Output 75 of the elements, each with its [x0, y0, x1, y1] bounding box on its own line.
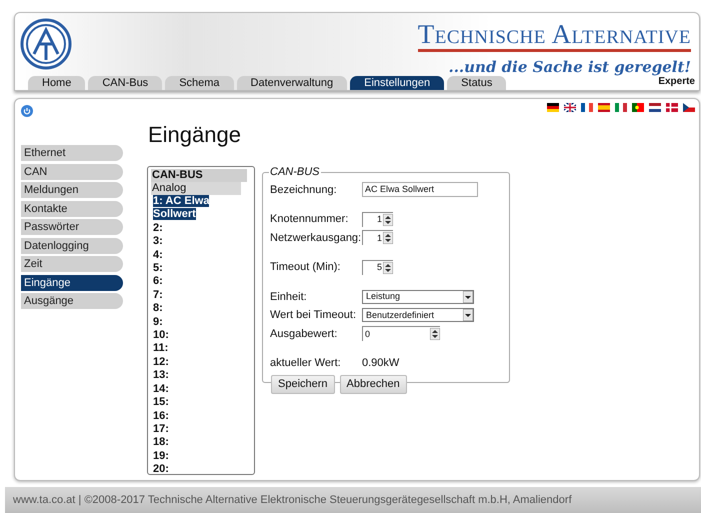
list-item[interactable]: 12:	[151, 356, 251, 370]
list-item[interactable]: 5:	[151, 262, 251, 276]
nav-tab[interactable]: Einstellungen	[350, 76, 444, 90]
nav-tab[interactable]: Schema	[165, 76, 234, 90]
spinner-arrows-icon[interactable]	[383, 262, 393, 274]
field-label: Bezeichnung:	[270, 182, 338, 198]
list-item[interactable]: 4:	[151, 248, 251, 262]
nav-tab[interactable]: Status	[447, 76, 506, 90]
list-item[interactable]: 2:	[151, 222, 251, 236]
field-label: Ausgabewert:	[270, 326, 338, 342]
field-label: Knotennummer:	[270, 212, 350, 227]
list-header: CAN-BUS	[151, 169, 247, 182]
dropdown-arrow-icon	[463, 290, 473, 303]
list-item[interactable]: 19:	[151, 450, 251, 464]
list-item[interactable]: 18:	[151, 436, 251, 450]
list-item[interactable]: 10:	[151, 329, 251, 342]
group-legend: CAN-BUS	[269, 164, 321, 180]
list-item[interactable]: 9:	[151, 316, 251, 330]
flag-icon[interactable]	[564, 103, 576, 112]
flag-icon[interactable]	[649, 103, 661, 112]
field-label: Netzwerkausgang:	[270, 230, 362, 246]
flag-icon[interactable]	[683, 103, 695, 112]
slogan: ...und die Sache ist geregelt!	[448, 57, 691, 77]
flag-icon[interactable]	[581, 103, 593, 112]
list-item[interactable]: 8:	[151, 302, 251, 316]
brand-title: Technische Alternative	[418, 19, 691, 52]
spinner-arrows-icon[interactable]	[383, 232, 393, 244]
nav-tab[interactable]: Datenverwaltung	[236, 76, 348, 90]
list-item[interactable]: 3:	[151, 235, 251, 249]
spinner-arrows-icon[interactable]	[430, 328, 440, 340]
field-label: Wert bei Timeout:	[270, 308, 357, 323]
dropdown[interactable]: Benutzerdefiniert	[362, 308, 474, 322]
user-level: Experte	[658, 76, 695, 89]
page-title: Eingänge	[148, 121, 241, 149]
power-icon	[21, 105, 33, 117]
list-item[interactable]: 7:	[151, 288, 251, 302]
field-label: Timeout (Min):	[270, 260, 342, 275]
nav-tab[interactable]: CAN-Bus	[88, 76, 162, 90]
sidebar-item[interactable]: Eingänge	[21, 274, 123, 290]
spin-field[interactable]: 0	[362, 326, 440, 342]
dropdown[interactable]: Leistung	[362, 290, 474, 304]
field-label: Einheit:	[270, 290, 308, 304]
field-label: aktueller Wert:	[270, 356, 342, 371]
nav-tab[interactable]: Home	[28, 76, 86, 90]
current-value: 0.90kW	[362, 356, 400, 371]
logo-icon	[20, 18, 72, 70]
sidebar-item[interactable]: Ethernet	[21, 145, 123, 161]
sidebar-item[interactable]: Kontakte	[21, 200, 123, 216]
footer-text: www.ta.co.at | ©2008-2017 Technische Alternative Elektronische Steuerungsgerätegesellschaft m.b.H, Amaliendorf	[13, 492, 572, 508]
flag-icon[interactable]	[547, 103, 559, 112]
spin-field[interactable]: 5	[362, 260, 393, 275]
list-item[interactable]: 11:	[151, 342, 251, 356]
list-item[interactable]: 15:	[151, 396, 251, 410]
sidebar-item[interactable]: Passwörter	[21, 219, 123, 235]
sidebar-item[interactable]: CAN	[21, 164, 123, 180]
list-item[interactable]: 13:	[151, 369, 251, 383]
form-button[interactable]: Abbrechen	[340, 375, 407, 394]
input-list[interactable]: CAN-BUS Analog 1: AC Elwa Sollwert 2: 3: 4: 5: 6: 7: 8: 9: 10: 11: 12: 13: 14: 15: 16: 17: 18: 19: 20:	[147, 166, 255, 475]
list-item[interactable]: 20:	[151, 463, 251, 474]
sidebar-item[interactable]: Meldungen	[21, 182, 123, 198]
text-field[interactable]: AC Elwa Sollwert	[362, 182, 478, 198]
list-item[interactable]: 6:	[151, 275, 251, 289]
list-category[interactable]: Analog	[151, 182, 241, 195]
list-item[interactable]: 14:	[151, 382, 251, 396]
sidebar-item[interactable]: Datenlogging	[21, 238, 123, 254]
spin-field[interactable]: 1	[362, 230, 393, 246]
flag-icon[interactable]	[632, 103, 644, 112]
list-item[interactable]: 17:	[151, 422, 251, 436]
spin-field[interactable]: 1	[362, 212, 393, 227]
form-button[interactable]: Speichern	[271, 375, 335, 394]
sidebar-item[interactable]: Zeit	[21, 256, 123, 272]
list-item[interactable]: 16:	[151, 410, 251, 423]
sidebar-item[interactable]: Ausgänge	[21, 293, 123, 309]
dropdown-arrow-icon	[463, 309, 473, 322]
spinner-arrows-icon[interactable]	[383, 214, 393, 226]
